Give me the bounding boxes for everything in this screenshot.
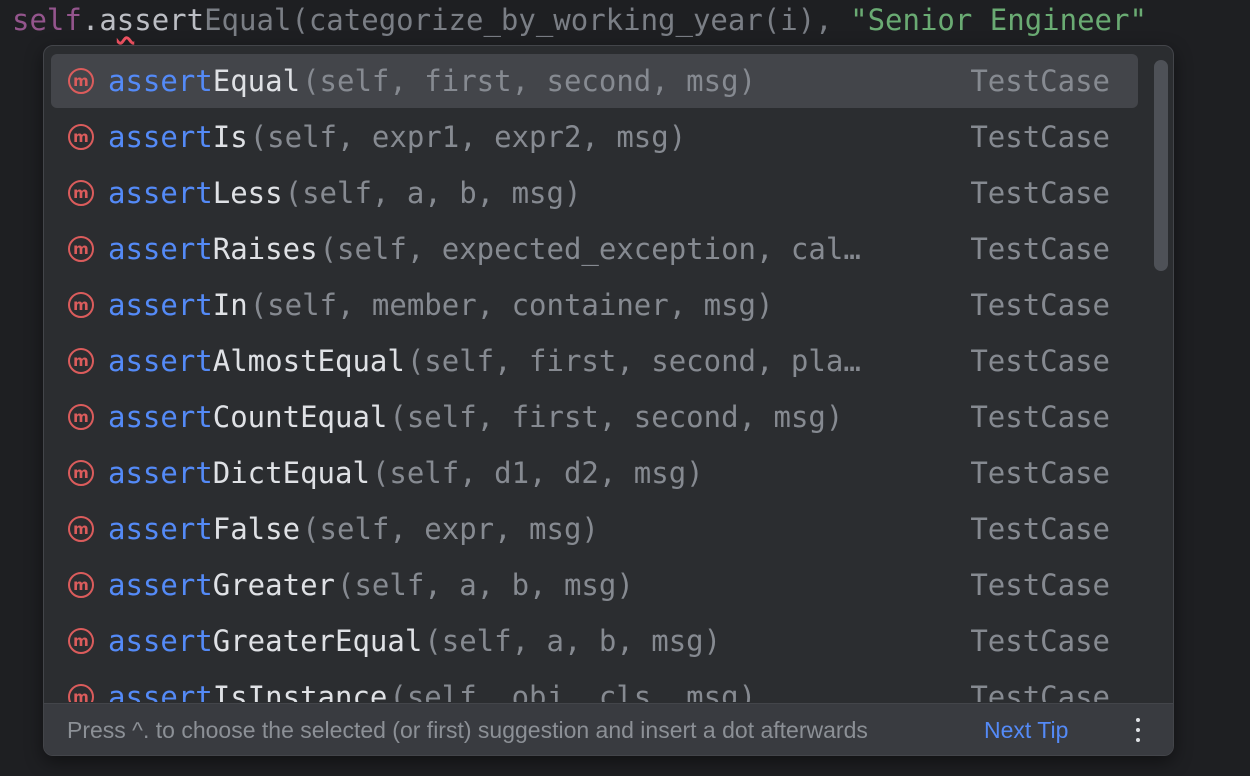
completion-params: (self, obj, cls, msg)	[389, 680, 757, 702]
completion-item[interactable]: m assert AlmostEqual (self, first, second, …	[51, 334, 1138, 388]
dot-token: .	[81, 3, 100, 37]
completion-name-rest: Less	[212, 176, 283, 210]
completion-name-rest: AlmostEqual	[212, 344, 405, 378]
completion-item[interactable]: m assert DictEqual (self, d1, d2, msg) TestC…	[51, 446, 1138, 500]
completion-type: TestCase	[970, 400, 1110, 434]
completion-item[interactable]: m assert Is (self, expr1, expr2, msg) TestCa…	[51, 110, 1138, 164]
completion-item[interactable]: m assert GreaterEqual (self, a, b, msg) Test…	[51, 614, 1138, 668]
completion-name-rest: False	[212, 512, 301, 546]
completion-footer: Press ^. to choose the selected (or firs…	[44, 703, 1173, 755]
completion-params: (self, a, b, msg)	[284, 176, 582, 210]
completion-name-rest: Raises	[212, 232, 318, 266]
scrollbar-thumb[interactable]	[1154, 60, 1168, 271]
completion-type: TestCase	[970, 288, 1110, 322]
method-icon: m	[68, 68, 94, 94]
method-icon: m	[68, 124, 94, 150]
completion-type: TestCase	[970, 64, 1110, 98]
completion-type: TestCase	[970, 680, 1110, 702]
completion-params: (self, a, b, msg)	[424, 624, 722, 658]
code-completion-popup: m assert Equal (self, first, second, msg) Te…	[43, 45, 1174, 756]
completion-params: (self, expected_exception, cal…	[319, 232, 861, 266]
completion-match-text: assert	[108, 344, 213, 378]
completion-type: TestCase	[970, 344, 1110, 378]
method-icon: m	[68, 292, 94, 318]
completion-list[interactable]: m assert Equal (self, first, second, msg) Te…	[44, 46, 1149, 702]
completion-name-rest: In	[212, 288, 248, 322]
tip-text: Press ^. to choose the selected (or firs…	[67, 717, 868, 743]
completion-item[interactable]: m assert In (self, member, container, msg) T…	[51, 278, 1138, 332]
completion-name-rest: GreaterEqual	[212, 624, 423, 658]
completion-params: (self, d1, d2, msg)	[371, 456, 704, 490]
self-token: self	[12, 3, 82, 37]
completion-name-rest: IsInstance	[212, 680, 388, 702]
completion-item[interactable]: m assert Less (self, a, b, msg) TestCase	[51, 166, 1138, 220]
completion-item[interactable]: m assert CountEqual (self, first, second, m…	[51, 390, 1138, 444]
method-icon: m	[68, 460, 94, 486]
completion-name-rest: Is	[212, 120, 248, 154]
completion-params: (self, member, container, msg)	[249, 288, 774, 322]
completion-type: TestCase	[970, 120, 1110, 154]
more-options-icon[interactable]	[1130, 716, 1146, 744]
completion-item[interactable]: m assert Raises (self, expected_exception, …	[51, 222, 1138, 276]
completion-params: (self, expr1, expr2, msg)	[249, 120, 687, 154]
completion-match-text: assert	[108, 232, 213, 266]
method-icon: m	[68, 628, 94, 654]
code-line[interactable]: self.assertEqual(categorize_by_working_y…	[12, 0, 1147, 40]
completion-name-rest: CountEqual	[212, 400, 388, 434]
completion-match-text: assert	[108, 400, 213, 434]
completion-params: (self, first, second, msg)	[302, 64, 757, 98]
completion-item[interactable]: m assert False (self, expr, msg) TestCase	[51, 502, 1138, 556]
completion-match-text: assert	[108, 568, 213, 602]
completion-type: TestCase	[970, 176, 1110, 210]
inline-completion-hint: Equal(categorize_by_working_year(i),	[204, 3, 851, 37]
completion-params: (self, a, b, msg)	[336, 568, 634, 602]
typed-text-end: sert	[134, 3, 205, 37]
completion-match-text: assert	[108, 64, 213, 98]
method-icon: m	[68, 348, 94, 374]
completion-match-text: assert	[108, 512, 213, 546]
completion-match-text: assert	[108, 456, 213, 490]
next-tip-link[interactable]: Next Tip	[984, 717, 1068, 744]
completion-match-text: assert	[108, 624, 213, 658]
completion-params: (self, expr, msg)	[302, 512, 599, 546]
method-icon: m	[68, 404, 94, 430]
completion-type: TestCase	[970, 232, 1110, 266]
code-editor[interactable]: self.assertEqual(categorize_by_working_y…	[0, 0, 1250, 776]
completion-name-rest: Greater	[212, 568, 335, 602]
method-icon: m	[68, 516, 94, 542]
completion-params: (self, first, second, msg)	[389, 400, 844, 434]
typed-text-start: a	[99, 3, 117, 37]
method-icon: m	[68, 572, 94, 598]
method-icon: m	[68, 236, 94, 262]
completion-type: TestCase	[970, 512, 1110, 546]
completion-type: TestCase	[970, 456, 1110, 490]
completion-match-text: assert	[108, 120, 213, 154]
typo-squiggle: s	[116, 3, 135, 37]
completion-match-text: assert	[108, 176, 213, 210]
completion-item[interactable]: m assert Greater (self, a, b, msg) TestCase	[51, 558, 1138, 612]
completion-match-text: assert	[108, 680, 213, 702]
completion-item[interactable]: m assert Equal (self, first, second, msg) Te…	[51, 54, 1138, 108]
completion-type: TestCase	[970, 624, 1110, 658]
completion-params: (self, first, second, pla…	[406, 344, 861, 378]
method-icon: m	[68, 684, 94, 702]
completion-name-rest: DictEqual	[212, 456, 370, 490]
inline-completion-string: "Senior Engineer"	[850, 3, 1147, 37]
method-icon: m	[68, 180, 94, 206]
completion-match-text: assert	[108, 288, 213, 322]
completion-name-rest: Equal	[212, 64, 301, 98]
completion-type: TestCase	[970, 568, 1110, 602]
completion-item[interactable]: m assert IsInstance (self, obj, cls, msg) Te…	[51, 670, 1138, 702]
